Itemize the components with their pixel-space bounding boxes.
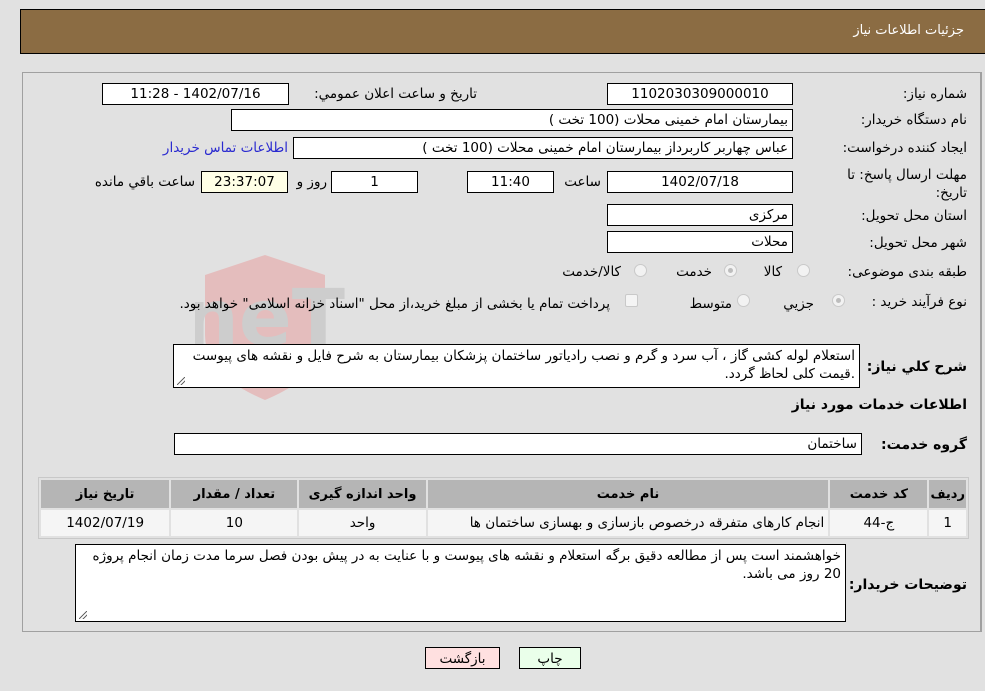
category-radio-goods-service[interactable] bbox=[634, 264, 647, 277]
deadline-date-field[interactable]: 1402/07/18 bbox=[607, 171, 793, 193]
cell-row-number: 1 bbox=[929, 510, 966, 536]
purchase-process-label: نوع فرآیند خرید : bbox=[871, 294, 967, 310]
process-radio-minor[interactable] bbox=[832, 294, 845, 307]
category-option-service: خدمت bbox=[676, 264, 712, 280]
services-section-title: اطلاعات خدمات مورد نیاز bbox=[791, 397, 967, 413]
col-quantity: تعداد / مقدار bbox=[171, 480, 298, 508]
buyer-notes-field[interactable]: خواهشمند است پس از مطالعه دقیق برگه استع… bbox=[75, 544, 846, 622]
city-label: شهر محل تحویل: bbox=[869, 235, 967, 251]
col-row-number: ردیف bbox=[929, 480, 966, 508]
deadline-time-field[interactable]: 11:40 bbox=[467, 171, 554, 193]
buyer-org-label: نام دستگاه خریدار: bbox=[860, 112, 967, 128]
general-description-field[interactable]: استعلام لوله کشی گاز ، آب سرد و گرم و نص… bbox=[173, 344, 860, 388]
requester-label: ایجاد کننده درخواست: bbox=[842, 140, 967, 156]
general-description-label: شرح کلي نياز: bbox=[866, 359, 967, 375]
category-option-goods-service: کالا/خدمت bbox=[562, 264, 621, 280]
page-header: جزئیات اطلاعات نیاز bbox=[20, 9, 985, 54]
category-option-goods: کالا bbox=[763, 264, 782, 280]
process-option-minor: جزيي bbox=[783, 296, 814, 312]
process-radio-medium[interactable] bbox=[737, 294, 750, 307]
cell-quantity: 10 bbox=[171, 510, 298, 536]
need-number-field[interactable]: 1102030309000010 bbox=[607, 83, 793, 105]
buyer-notes-label: توضیحات خریدار: bbox=[848, 577, 967, 593]
days-label: روز و bbox=[296, 174, 327, 190]
services-table: ردیف کد خدمت نام خدمت واحد اندازه گیری ت… bbox=[38, 477, 969, 539]
service-group-label: گروه خدمت: bbox=[881, 437, 967, 453]
treasury-checkbox[interactable] bbox=[625, 294, 638, 307]
cell-service-code: ج-44 bbox=[830, 510, 928, 536]
need-number-label: شماره نیاز: bbox=[902, 86, 967, 102]
deadline-time-label: ساعت bbox=[564, 174, 601, 190]
buyer-contact-link[interactable]: اطلاعات تماس خریدار bbox=[163, 140, 288, 156]
category-radio-service[interactable] bbox=[724, 264, 737, 277]
announce-datetime-field[interactable]: 1402/07/16 - 11:28 bbox=[102, 83, 289, 105]
buyer-org-field[interactable]: بیمارستان امام خمینی محلات (100 تخت ) bbox=[231, 109, 793, 131]
city-field[interactable]: محلات bbox=[607, 231, 793, 253]
back-button[interactable]: بازگشت bbox=[425, 647, 500, 669]
col-unit: واحد اندازه گیری bbox=[299, 480, 426, 508]
requester-field[interactable]: عباس چهاربر کاربرداز بیمارستان امام خمین… bbox=[293, 137, 793, 159]
service-group-field[interactable]: ساختمان bbox=[174, 433, 862, 455]
process-option-medium: متوسط bbox=[689, 296, 732, 312]
time-remaining-field: 23:37:07 bbox=[201, 171, 288, 193]
cell-service-name: انجام کارهای متفرقه درخصوص بازسازی و بهس… bbox=[427, 510, 829, 536]
deadline-label: مهلت ارسال پاسخ: تا تاریخ: bbox=[847, 167, 967, 201]
page-title: جزئیات اطلاعات نیاز bbox=[853, 23, 964, 38]
print-button[interactable]: چاپ bbox=[519, 647, 581, 669]
category-label: طبقه بندی موضوعی: bbox=[847, 264, 967, 280]
table-row: 1 ج-44 انجام کارهای متفرقه درخصوص بازساز… bbox=[41, 510, 966, 536]
resize-grip-icon[interactable] bbox=[79, 611, 87, 619]
col-service-name: نام خدمت bbox=[427, 480, 829, 508]
days-remaining-field[interactable]: 1 bbox=[331, 171, 418, 193]
treasury-note: پرداخت تمام یا بخشی از مبلغ خرید،از محل … bbox=[179, 296, 610, 312]
province-field[interactable]: مرکزی bbox=[607, 204, 793, 226]
cell-need-date: 1402/07/19 bbox=[41, 510, 170, 536]
col-need-date: تاریخ نیاز bbox=[41, 480, 170, 508]
resize-grip-icon[interactable] bbox=[177, 377, 185, 385]
announce-datetime-label: تاریخ و ساعت اعلان عمومي: bbox=[314, 86, 477, 102]
time-remaining-label: ساعت باقي مانده bbox=[94, 174, 195, 190]
buyer-notes-text: خواهشمند است پس از مطالعه دقیق برگه استع… bbox=[92, 548, 842, 582]
cell-unit: واحد bbox=[299, 510, 426, 536]
province-label: استان محل تحویل: bbox=[861, 208, 967, 224]
services-table-header: ردیف کد خدمت نام خدمت واحد اندازه گیری ت… bbox=[41, 480, 966, 508]
col-service-code: کد خدمت bbox=[830, 480, 928, 508]
general-description-text: استعلام لوله کشی گاز ، آب سرد و گرم و نص… bbox=[192, 348, 855, 382]
category-radio-goods[interactable] bbox=[797, 264, 810, 277]
